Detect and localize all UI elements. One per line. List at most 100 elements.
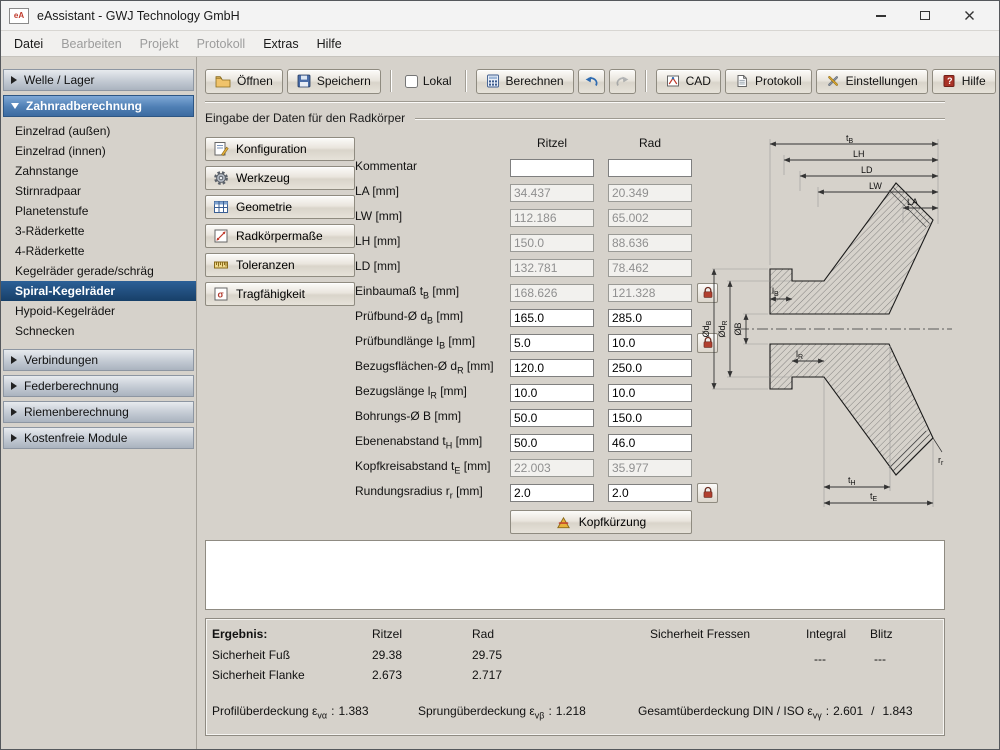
sidebar-section-welle-lager[interactable]: Welle / Lager: [3, 69, 194, 91]
sidebar-item-3-raederkette[interactable]: 3-Räderkette: [1, 221, 196, 241]
einbaumass-tb-rad-input: [608, 283, 692, 302]
undo-button[interactable]: [577, 68, 605, 94]
ebenenabstand-th-ritzel-input[interactable]: [510, 433, 594, 452]
minimize-button[interactable]: [859, 2, 903, 30]
protokoll-button[interactable]: Protokoll: [724, 68, 812, 94]
window-controls: [859, 2, 991, 30]
werkzeug-label: Werkzeug: [236, 171, 290, 185]
maximize-button[interactable]: [903, 2, 947, 30]
sidebar-item-kegelraeder[interactable]: Kegelräder gerade/schräg: [1, 261, 196, 281]
svg-text:LH: LH: [853, 149, 865, 159]
field-label: Prüfbundlänge lB [mm]: [355, 334, 476, 351]
menubar: Datei Bearbeiten Projekt Protokoll Extra…: [1, 31, 999, 57]
tragfaehigkeit-icon: σ: [214, 287, 228, 301]
tragfaehigkeit-button[interactable]: σ Tragfähigkeit: [205, 282, 355, 306]
field-label: Rundungsradius rr [mm]: [355, 484, 483, 501]
svg-text:ØB: ØB: [733, 322, 743, 335]
sidebar-item-hypoid-kegelraeder[interactable]: Hypoid-Kegelräder: [1, 301, 196, 321]
settings-button-label: Einstellungen: [845, 74, 918, 88]
lokal-checkbox[interactable]: [404, 74, 418, 88]
profilueberdeckung: Profilüberdeckung εvα:1.383: [212, 704, 369, 721]
sidebar-item-spiral-kegelraeder[interactable]: Spiral-Kegelräder: [1, 281, 196, 301]
pruefbundlaenge-lb-rad-input[interactable]: [608, 333, 692, 352]
sidebar-section-kostenfreie-module[interactable]: Kostenfreie Module: [3, 427, 194, 449]
field-label: Einbaumaß tB [mm]: [355, 284, 460, 301]
sidebar-item-schnecken[interactable]: Schnecken: [1, 321, 196, 341]
calculate-button[interactable]: Berechnen: [475, 68, 574, 94]
divider: [415, 117, 945, 120]
kopfkuerzung-button[interactable]: Kopfkürzung: [510, 510, 692, 534]
sidebar-section-riemenberechnung[interactable]: Riemenberechnung: [3, 401, 194, 423]
pruefbund-db-ritzel-input[interactable]: [510, 308, 594, 327]
werkzeug-button[interactable]: Werkzeug: [205, 166, 355, 190]
bezugsflaechen-dr-ritzel-input[interactable]: [510, 358, 594, 377]
kopfkreisabstand-te-rad-input: [608, 458, 692, 477]
kopfkuerzung-label: Kopfkürzung: [578, 515, 647, 529]
bohrung-b-ritzel-input[interactable]: [510, 408, 594, 427]
pruefbund-db-rad-input[interactable]: [608, 308, 692, 327]
help-button[interactable]: ? Hilfe: [931, 68, 996, 94]
ld-rad-input: [608, 258, 692, 277]
cad-button[interactable]: CAD: [655, 68, 721, 94]
field-label: Prüfbund-Ø dB [mm]: [355, 309, 464, 326]
form-row-pruefbundlaenge: Prüfbundlänge lB [mm]: [355, 330, 725, 355]
bezugslaenge-lr-rad-input[interactable]: [608, 383, 692, 402]
toleranzen-button[interactable]: Toleranzen: [205, 253, 355, 277]
sidebar-section-label: Verbindungen: [24, 353, 99, 367]
sidebar-section-federberechnung[interactable]: Federberechnung: [3, 375, 194, 397]
close-button[interactable]: [947, 2, 991, 30]
geometrie-button[interactable]: Geometrie: [205, 195, 355, 219]
tools-icon: [827, 76, 838, 86]
menu-bearbeiten: Bearbeiten: [61, 36, 122, 51]
settings-button[interactable]: Einstellungen: [815, 68, 928, 94]
svg-text:σ: σ: [218, 290, 224, 300]
lw-ritzel-input: [510, 208, 594, 227]
sidebar-section-verbindungen[interactable]: Verbindungen: [3, 349, 194, 371]
result-label-fuss: Sicherheit Fuß: [212, 648, 291, 662]
la-ritzel-input: [510, 183, 594, 202]
bohrung-b-rad-input[interactable]: [608, 408, 692, 427]
bezugslaenge-lr-ritzel-input[interactable]: [510, 383, 594, 402]
protokoll-button-label: Protokoll: [754, 74, 802, 88]
result-flanke-rad: 2.717: [472, 668, 503, 682]
kommentar-rad-input[interactable]: [608, 158, 692, 177]
menu-hilfe[interactable]: Hilfe: [308, 33, 351, 55]
sidebar-section-zahnradberechnung[interactable]: Zahnradberechnung: [3, 95, 194, 117]
open-button[interactable]: Öffnen: [205, 68, 283, 94]
cad-icon: [666, 75, 679, 87]
sidebar-item-planetenstufe[interactable]: Planetenstufe: [1, 201, 196, 221]
form-row-bohrung: Bohrungs-Ø B [mm]: [355, 405, 725, 430]
sidebar-section-label: Zahnradberechnung: [26, 99, 143, 113]
svg-text:ØdR: ØdR: [717, 320, 729, 337]
svg-text:ØdB: ØdB: [701, 320, 713, 337]
menu-extras[interactable]: Extras: [254, 33, 307, 55]
app-icon-glyph: eA: [13, 11, 25, 20]
svg-text:tH: tH: [848, 475, 856, 487]
konfiguration-button[interactable]: Konfiguration: [205, 137, 355, 161]
kommentar-ritzel-input[interactable]: [510, 158, 594, 177]
sidebar-item-zahnstange[interactable]: Zahnstange: [1, 161, 196, 181]
ebenenabstand-th-rad-input[interactable]: [608, 433, 692, 452]
bevel-gear-diagram: tB LH LD LW LA lB lR ØdB ØdR ØB tH tE rr: [701, 133, 952, 507]
lh-rad-input: [608, 233, 692, 252]
save-button[interactable]: Speichern: [286, 68, 381, 94]
sidebar-item-einzelrad-innen[interactable]: Einzelrad (innen): [1, 141, 196, 161]
tragfaehigkeit-label: Tragfähigkeit: [236, 287, 305, 301]
content-area: Öffnen Speichern Lokal Berechnen CAD Pro…: [197, 57, 999, 749]
pruefbundlaenge-lb-ritzel-input[interactable]: [510, 333, 594, 352]
sidebar-item-stirnradpaar[interactable]: Stirnradpaar: [1, 181, 196, 201]
open-button-label: Öffnen: [237, 74, 273, 88]
bezugsflaechen-dr-rad-input[interactable]: [608, 358, 692, 377]
sidebar-item-einzelrad-aussen[interactable]: Einzelrad (außen): [1, 121, 196, 141]
results-header: Ergebnis:: [212, 627, 268, 641]
toolbar-separator: [644, 70, 647, 92]
help-book-icon: ?: [943, 75, 955, 87]
svg-text:LW: LW: [869, 181, 882, 191]
rundungsradius-rr-rad-input[interactable]: [608, 483, 692, 502]
menu-datei[interactable]: Datei: [5, 33, 52, 55]
document-icon: [737, 75, 747, 87]
sprungueberdeckung: Sprungüberdeckung εvβ:1.218: [418, 704, 586, 721]
rundungsradius-rr-ritzel-input[interactable]: [510, 483, 594, 502]
radkoerpermasse-button[interactable]: Radkörpermaße: [205, 224, 355, 248]
sidebar-item-4-raederkette[interactable]: 4-Räderkette: [1, 241, 196, 261]
